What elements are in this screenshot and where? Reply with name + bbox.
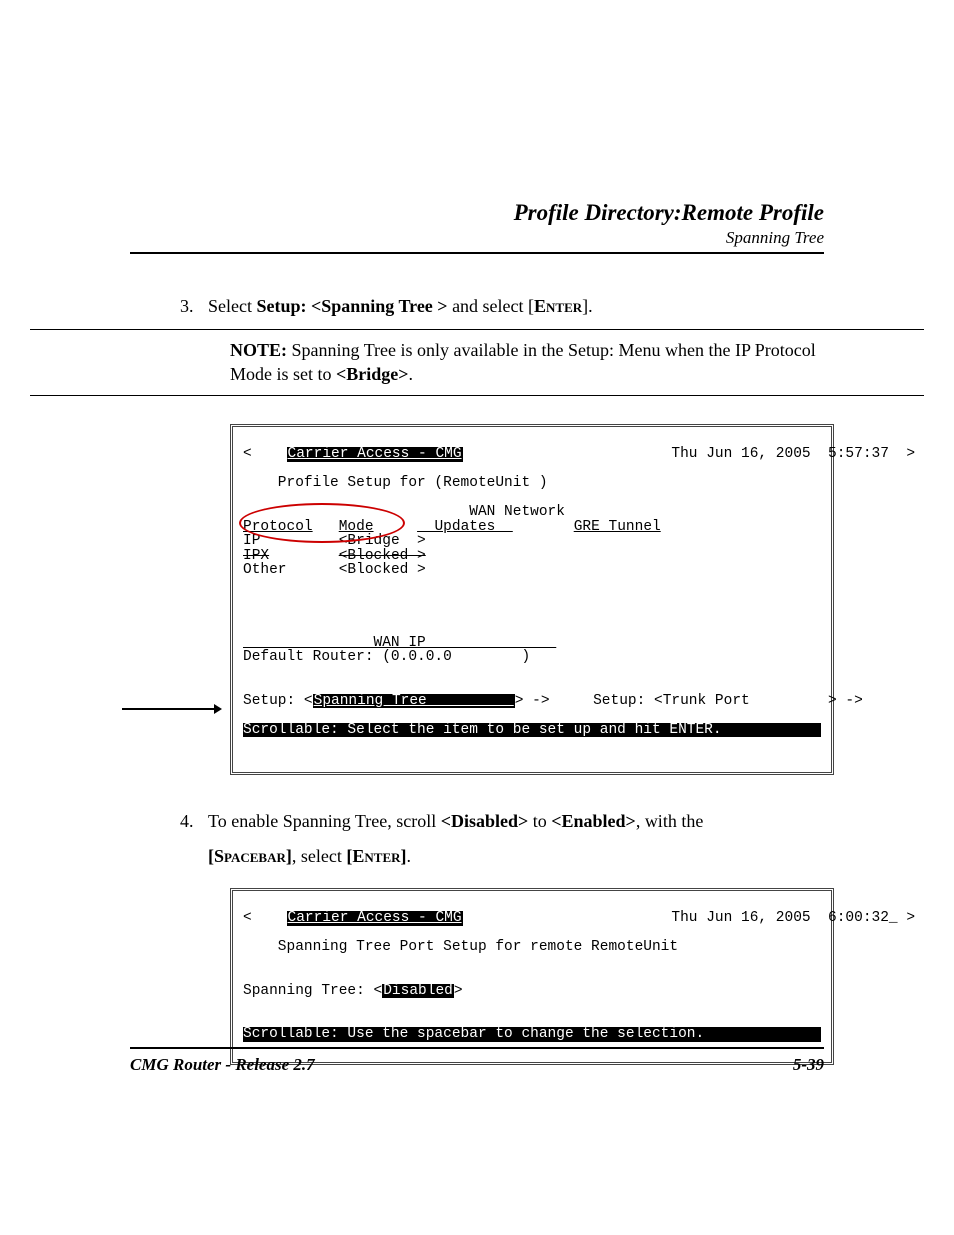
footer-rule <box>130 1047 824 1049</box>
term-cell: <Blocked > <box>339 562 426 578</box>
terminal-2: < Carrier Access - CMG Thu Jun 16, 2005 … <box>230 888 834 1066</box>
term-wanip-row: Default Router: (0.0.0.0 ) <box>243 649 530 665</box>
step-text: , with the <box>636 811 704 831</box>
step-text: to <box>528 811 551 831</box>
step-enter-key: Enter <box>534 296 582 316</box>
header-rule <box>130 252 824 254</box>
note-block: NOTE: Spanning Tree is only available in… <box>230 338 824 387</box>
footer-left: CMG Router - Release 2.7 <box>130 1055 315 1075</box>
step-text: Select <box>208 296 256 316</box>
term-label: Spanning Tree: < <box>243 983 382 999</box>
term-timestamp: Thu Jun 16, 2005 5:57:37 <box>671 446 889 462</box>
step-enabled: <Enabled> <box>551 811 636 831</box>
term-angle: > <box>906 910 915 926</box>
term-cell: Other <box>243 562 287 578</box>
header-title: Profile Directory:Remote Profile <box>130 200 824 226</box>
page-footer: CMG Router - Release 2.7 5-39 <box>130 1047 824 1075</box>
terminal-2-wrap: < Carrier Access - CMG Thu Jun 16, 2005 … <box>230 888 824 1066</box>
terminal-1-wrap: < Carrier Access - CMG Thu Jun 16, 2005 … <box>230 424 824 776</box>
term-setup2: Setup: <Trunk Port > -> <box>593 693 863 709</box>
note-label: NOTE: <box>230 340 287 360</box>
term-col-updates: Updates <box>417 519 513 535</box>
note-text: . <box>409 364 414 384</box>
step-disabled: <Disabled> <box>441 811 529 831</box>
step-text: To enable Spanning Tree, scroll <box>208 811 441 831</box>
spacebar-key: Spacebar <box>214 846 286 866</box>
term-angle: < <box>243 910 252 926</box>
step-setup-text: Setup: <Spanning Tree > <box>256 296 447 316</box>
step-number: 4. <box>180 809 208 834</box>
term-setup-value: Spanning Tree <box>313 694 515 709</box>
term-post: > <box>454 983 463 999</box>
term-angle: > <box>906 446 915 462</box>
step-3: 3.Select Setup: <Spanning Tree > and sel… <box>180 294 824 319</box>
step-4-line2: [Spacebar], select [Enter]. <box>208 844 824 869</box>
divider <box>30 395 924 396</box>
page-header: Profile Directory:Remote Profile Spannin… <box>130 200 824 254</box>
step-4: 4.To enable Spanning Tree, scroll <Disab… <box>180 809 824 834</box>
term-status: Scrollable: Select the item to be set up… <box>243 722 722 738</box>
step-text: , select <box>292 846 346 866</box>
term-setup-label: Setup: < <box>243 693 313 709</box>
term-col-gre: GRE Tunnel <box>574 519 661 535</box>
note-bridge: <Bridge> <box>336 364 409 384</box>
step-number: 3. <box>180 294 208 319</box>
footer-right: 5-39 <box>793 1055 824 1075</box>
enter-key: Enter <box>352 846 400 866</box>
term-line: Profile Setup for (RemoteUnit ) <box>243 475 548 491</box>
term-value: Disabled <box>382 984 454 999</box>
terminal-1: < Carrier Access - CMG Thu Jun 16, 2005 … <box>230 424 834 776</box>
note-text: Spanning Tree is only available in the S… <box>230 340 816 384</box>
term-line: Spanning Tree Port Setup for remote Remo… <box>243 939 678 955</box>
term-angle: < <box>243 446 252 462</box>
term-setup-post: > -> <box>515 693 550 709</box>
term-timestamp: Thu Jun 16, 2005 6:00:32_ <box>671 910 897 926</box>
step-text: ]. <box>582 296 593 316</box>
arrow-pointer-icon <box>122 702 222 704</box>
step-text: and select [ <box>448 296 534 316</box>
term-title: Carrier Access - CMG <box>287 911 463 926</box>
term-status: Scrollable: Use the spacebar to change t… <box>243 1026 704 1042</box>
step-text: . <box>407 846 412 866</box>
term-title: Carrier Access - CMG <box>287 447 463 462</box>
divider <box>30 329 924 330</box>
header-subtitle: Spanning Tree <box>130 228 824 248</box>
